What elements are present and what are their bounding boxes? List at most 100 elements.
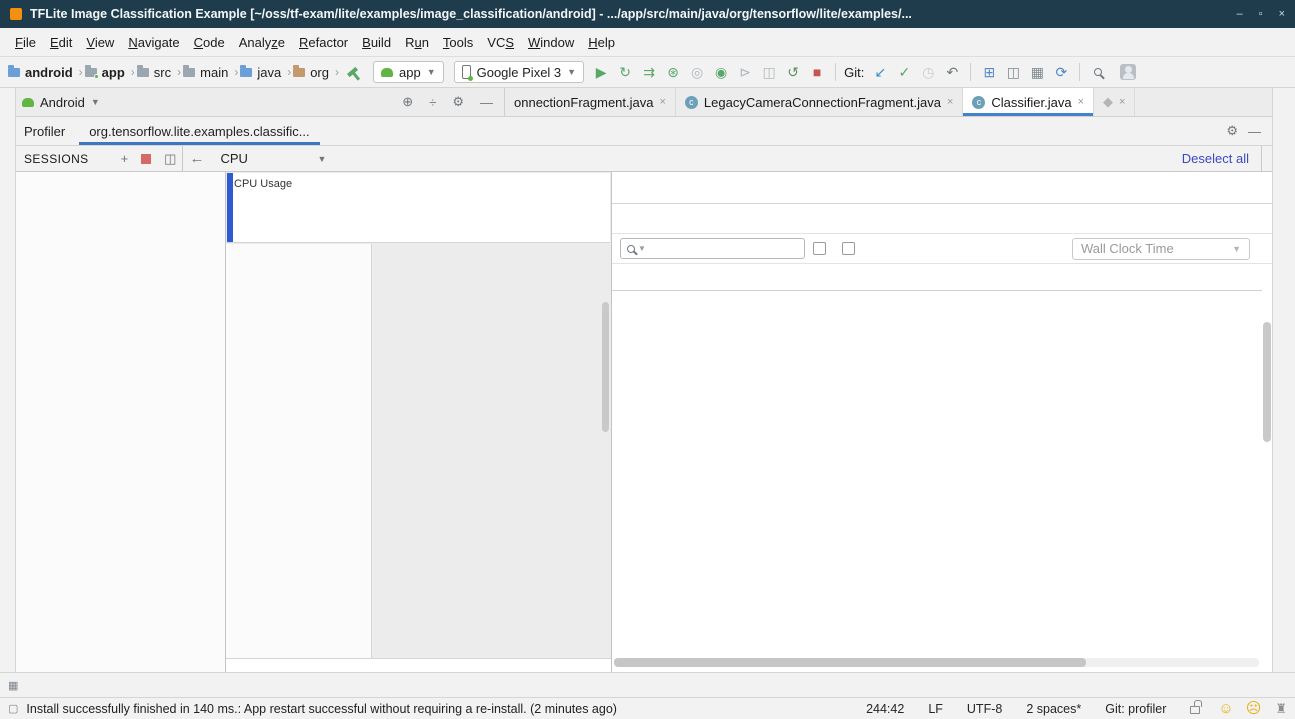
breadcrumb-org[interactable]: org bbox=[293, 65, 329, 80]
menu-code[interactable]: Code bbox=[187, 31, 232, 54]
menu-tools[interactable]: Tools bbox=[436, 31, 480, 54]
project-view-selector[interactable]: Android bbox=[40, 95, 85, 110]
close-button[interactable]: × bbox=[1279, 9, 1285, 20]
search-icon bbox=[627, 245, 635, 253]
stage-label: CPU bbox=[220, 151, 247, 166]
attach-debugger-button[interactable]: ⊳ bbox=[733, 60, 757, 84]
device-manager-button[interactable]: ◫ bbox=[1001, 60, 1025, 84]
scrollbar-thumb[interactable] bbox=[614, 658, 1086, 667]
hide-panel-button[interactable]: — bbox=[475, 95, 498, 110]
breadcrumb-android[interactable]: android bbox=[8, 65, 73, 80]
attach-profiler-button[interactable]: ◫ bbox=[757, 60, 781, 84]
breadcrumb-main[interactable]: main bbox=[183, 65, 228, 80]
menu-edit[interactable]: Edit bbox=[43, 31, 79, 54]
update-project-button[interactable]: ↙ bbox=[868, 60, 892, 84]
collapse-all-button[interactable]: ÷ bbox=[424, 95, 441, 110]
menu-refactor[interactable]: Refactor bbox=[292, 31, 355, 54]
indent-setting[interactable]: 2 spaces* bbox=[1026, 702, 1081, 716]
editor-tab-onnectionFragment-java[interactable]: onnectionFragment.java× bbox=[505, 88, 676, 116]
locate-file-button[interactable]: ⊕ bbox=[397, 94, 418, 110]
editor-tab-ghost[interactable]: ◆× bbox=[1094, 88, 1135, 116]
apply-changes-and-restart-button[interactable]: ↻ bbox=[613, 60, 637, 84]
profiler-session-tab[interactable]: org.tensorflow.lite.examples.classific..… bbox=[79, 117, 319, 145]
breadcrumb-app[interactable]: app bbox=[85, 65, 125, 80]
menu-file[interactable]: File bbox=[8, 31, 43, 54]
apply-code-changes-button[interactable]: ⇉ bbox=[637, 60, 661, 84]
run-button[interactable]: ▶ bbox=[589, 60, 613, 84]
profile-button[interactable]: ◉ bbox=[709, 60, 733, 84]
running-devices-button[interactable]: ⊞ bbox=[977, 60, 1001, 84]
deselect-all-link[interactable]: Deselect all bbox=[1182, 151, 1249, 166]
stop-session-button[interactable] bbox=[141, 154, 151, 164]
tool-windows-icon[interactable]: ▦ bbox=[8, 679, 18, 692]
build-hammer-icon[interactable] bbox=[347, 67, 358, 77]
minimize-button[interactable]: – bbox=[1237, 9, 1243, 20]
sync-project-button[interactable]: ⟳ bbox=[1049, 60, 1073, 84]
gear-icon[interactable]: ⚙ bbox=[1221, 123, 1243, 139]
editor-tab-LegacyCameraConnectionFragment-java[interactable]: cLegacyCameraConnectionFragment.java× bbox=[676, 88, 963, 116]
collapse-sessions-button[interactable]: ◫ bbox=[158, 151, 182, 167]
menu-view[interactable]: View bbox=[79, 31, 121, 54]
search-everywhere-button[interactable] bbox=[1086, 60, 1110, 84]
stop-button[interactable]: ■ bbox=[805, 60, 829, 84]
sessions-list bbox=[16, 172, 226, 672]
thread-label-column bbox=[226, 244, 372, 658]
close-icon[interactable]: × bbox=[659, 96, 665, 108]
avatar[interactable] bbox=[1120, 64, 1136, 80]
caret-position[interactable]: 244:42 bbox=[866, 702, 904, 716]
selection-range[interactable] bbox=[227, 173, 233, 242]
file-encoding[interactable]: UTF-8 bbox=[967, 702, 1002, 716]
menu-vcs[interactable]: VCS bbox=[480, 31, 521, 54]
run-configuration-select[interactable]: app ▼ bbox=[373, 61, 444, 83]
happy-face-icon[interactable]: ☺ bbox=[1218, 701, 1233, 716]
window-toggle-icon[interactable]: ▢ bbox=[8, 702, 18, 715]
cpu-usage-minimap[interactable]: CPU Usage bbox=[227, 173, 610, 243]
right-tool-stripe bbox=[1272, 88, 1295, 672]
menu-help[interactable]: Help bbox=[581, 31, 622, 54]
maximize-button[interactable]: ▫ bbox=[1259, 9, 1263, 20]
stop-and-rerun-button[interactable]: ↺ bbox=[781, 60, 805, 84]
stage-select[interactable]: CPU ▼ bbox=[210, 151, 336, 166]
git-branch[interactable]: Git: profiler bbox=[1105, 702, 1166, 716]
chevron-down-icon: ▼ bbox=[638, 244, 646, 253]
back-arrow-icon[interactable]: ← bbox=[183, 150, 210, 167]
line-separator[interactable]: LF bbox=[928, 702, 943, 716]
rollback-button[interactable]: ↶ bbox=[940, 60, 964, 84]
scrollbar-thumb[interactable] bbox=[1263, 322, 1271, 442]
gear-icon[interactable]: ⚙ bbox=[447, 94, 469, 110]
device-select[interactable]: Google Pixel 3 ▼ bbox=[454, 61, 584, 83]
debug-button[interactable]: ⊛ bbox=[661, 60, 685, 84]
breadcrumb-src[interactable]: src bbox=[137, 65, 171, 80]
close-icon[interactable]: × bbox=[947, 96, 953, 108]
run-with-coverage-button[interactable]: ◎ bbox=[685, 60, 709, 84]
chevron-down-icon: ▼ bbox=[567, 67, 576, 77]
editor-tab-Classifier-java[interactable]: cClassifier.java× bbox=[963, 88, 1094, 116]
status-message[interactable]: Install successfully finished in 140 ms.… bbox=[26, 702, 617, 716]
clock-type-select[interactable]: Wall Clock Time ▼ bbox=[1072, 238, 1250, 260]
search-input[interactable] bbox=[649, 242, 798, 256]
add-session-button[interactable]: + bbox=[115, 151, 135, 166]
sad-face-icon[interactable]: ☹ bbox=[1246, 701, 1262, 716]
match-case-checkbox[interactable] bbox=[813, 242, 826, 255]
menu-navigate[interactable]: Navigate bbox=[121, 31, 186, 54]
menu-run[interactable]: Run bbox=[398, 31, 436, 54]
chevron-down-icon: ▼ bbox=[318, 154, 327, 164]
breadcrumb-java[interactable]: java bbox=[240, 65, 281, 80]
menu-analyze[interactable]: Analyze bbox=[232, 31, 292, 54]
folder-icon bbox=[183, 68, 195, 77]
toolbar-separator bbox=[970, 63, 971, 81]
horizontal-scrollbar[interactable] bbox=[614, 658, 1259, 667]
scrollbar-thumb[interactable] bbox=[602, 302, 609, 432]
hide-panel-button[interactable]: — bbox=[1243, 124, 1266, 139]
regex-checkbox[interactable] bbox=[842, 242, 855, 255]
menu-build[interactable]: Build bbox=[355, 31, 398, 54]
history-button[interactable]: ◷ bbox=[916, 60, 940, 84]
hector-inspector-icon[interactable]: ♜ bbox=[1275, 701, 1287, 716]
avd-manager-button[interactable]: ▦ bbox=[1025, 60, 1049, 84]
search-field[interactable]: ▼ bbox=[620, 238, 805, 259]
lock-icon[interactable] bbox=[1190, 706, 1200, 714]
close-icon[interactable]: × bbox=[1078, 96, 1084, 108]
commit-button[interactable]: ✓ bbox=[892, 60, 916, 84]
menu-window[interactable]: Window bbox=[521, 31, 581, 54]
close-icon[interactable]: × bbox=[1119, 96, 1125, 108]
